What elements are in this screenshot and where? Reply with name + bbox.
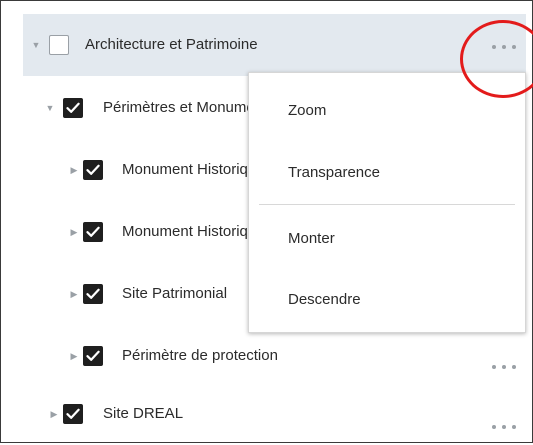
layer-list-panel: ▼ Architecture et Patrimoine ▼ Périmètre…: [0, 0, 533, 443]
layer-checkbox[interactable]: [83, 160, 103, 180]
check-icon: [86, 288, 100, 299]
check-icon: [66, 102, 80, 113]
layer-checkbox[interactable]: [83, 346, 103, 366]
caret-right-icon[interactable]: ▶: [69, 227, 79, 237]
menu-item-monter[interactable]: Monter: [249, 208, 525, 268]
menu-item-transparence[interactable]: Transparence: [249, 142, 525, 202]
layer-checkbox[interactable]: [83, 284, 103, 304]
check-icon: [66, 408, 80, 419]
layer-checkbox[interactable]: [83, 222, 103, 242]
caret-right-icon[interactable]: ▶: [49, 409, 59, 419]
menu-item-zoom[interactable]: Zoom: [249, 80, 525, 140]
layer-checkbox[interactable]: [49, 35, 69, 55]
caret-down-icon[interactable]: ▼: [31, 40, 41, 50]
caret-right-icon[interactable]: ▶: [69, 165, 79, 175]
layer-checkbox[interactable]: [63, 98, 83, 118]
caret-right-icon[interactable]: ▶: [69, 289, 79, 299]
more-horizontal-icon[interactable]: [492, 422, 516, 432]
layer-label: Site Patrimonial: [122, 285, 228, 302]
check-icon: [86, 164, 100, 175]
more-horizontal-icon[interactable]: [492, 42, 516, 52]
check-icon: [86, 226, 100, 237]
layer-checkbox[interactable]: [63, 404, 83, 424]
menu-divider: [259, 204, 515, 205]
layer-label: Monument Historique: [122, 223, 265, 240]
caret-down-icon[interactable]: ▼: [45, 103, 55, 113]
layer-row-architecture[interactable]: ▼ Architecture et Patrimoine: [23, 14, 526, 76]
layer-label: Architecture et Patrimoine: [85, 36, 258, 53]
caret-right-icon[interactable]: ▶: [69, 351, 79, 361]
layer-label: Monument Historique: [122, 161, 265, 178]
layer-row-perimetre-protection[interactable]: ▶ Périmètre de protection: [1, 325, 526, 387]
layer-row-site-dreal[interactable]: ▶ Site DREAL: [1, 383, 526, 445]
layer-label: Site DREAL: [103, 405, 184, 422]
more-horizontal-icon[interactable]: [492, 362, 516, 372]
layer-label: Périmètre de protection: [122, 347, 278, 364]
menu-item-descendre[interactable]: Descendre: [249, 269, 525, 329]
layer-context-menu: Zoom Transparence Monter Descendre: [248, 72, 526, 333]
check-icon: [86, 350, 100, 361]
